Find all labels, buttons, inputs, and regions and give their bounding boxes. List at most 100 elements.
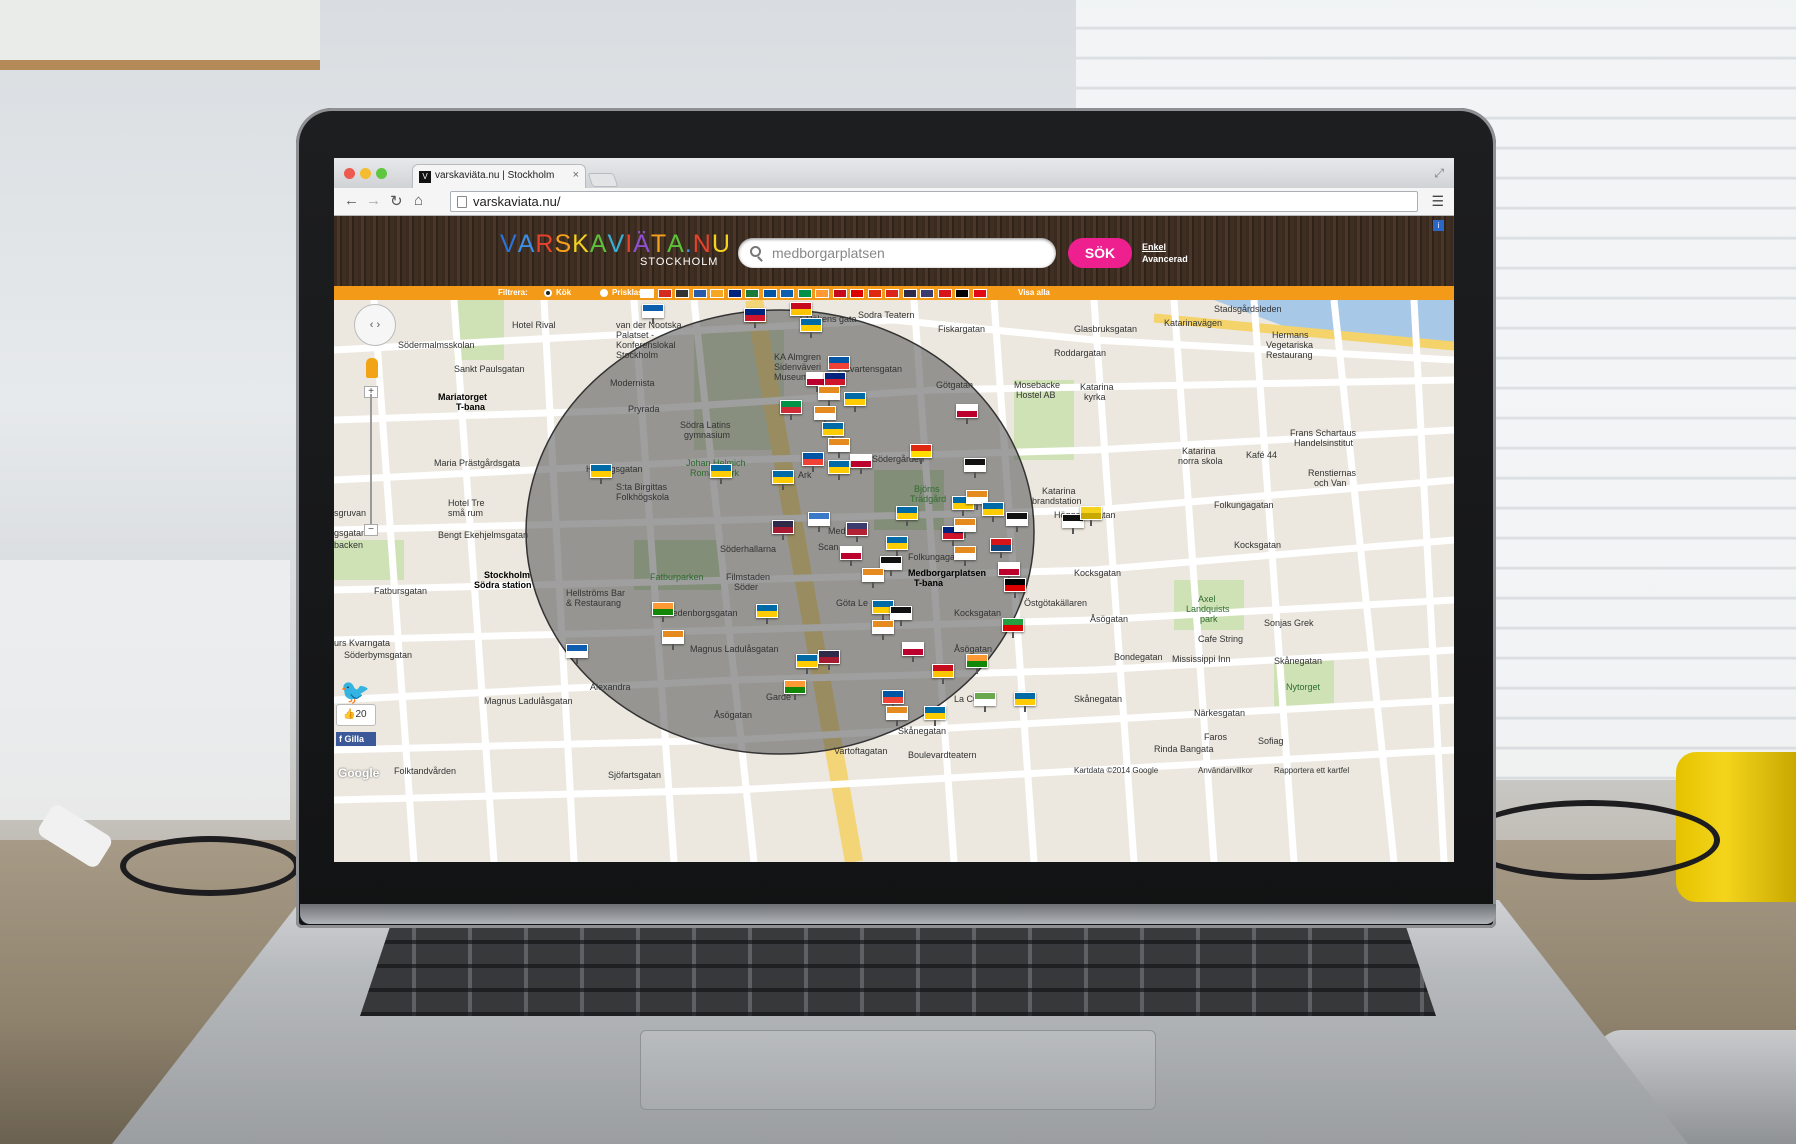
restaurant-flag-marker[interactable]	[772, 470, 794, 490]
cuisine-filter-flag[interactable]	[797, 289, 812, 298]
restaurant-flag-marker[interactable]	[850, 454, 872, 474]
forward-arrow-icon[interactable]: →	[366, 192, 381, 209]
cuisine-filter-flag[interactable]	[832, 289, 847, 298]
restaurant-flag-marker[interactable]	[872, 620, 894, 640]
cuisine-radio[interactable]	[544, 289, 552, 297]
map-pan-control[interactable]: ‹ ›	[354, 304, 396, 346]
cuisine-filter-flag[interactable]	[850, 289, 864, 298]
show-all-link[interactable]: Visa alla	[1018, 288, 1050, 297]
restaurant-flag-marker[interactable]	[802, 452, 824, 472]
restaurant-flag-marker[interactable]	[990, 538, 1012, 558]
restaurant-flag-marker[interactable]	[642, 304, 664, 324]
restaurant-flag-marker[interactable]	[1002, 618, 1024, 638]
restaurant-flag-marker[interactable]	[964, 458, 986, 478]
address-bar[interactable]: varskaviata.nu/	[450, 191, 1418, 212]
cuisine-filter-flag[interactable]	[710, 289, 724, 298]
browser-menu-icon[interactable]: ☰	[1431, 193, 1444, 210]
minimize-window-icon[interactable]	[360, 168, 371, 179]
terms-link[interactable]: Användarvillkor	[1198, 766, 1253, 775]
restaurant-flag-marker[interactable]	[974, 692, 996, 712]
zoom-slider[interactable]	[370, 394, 372, 528]
fullscreen-icon[interactable]: ⤢	[1434, 166, 1444, 181]
cuisine-filter-flag[interactable]	[972, 289, 987, 298]
restaurant-flag-marker[interactable]	[828, 438, 850, 458]
restaurant-flag-marker[interactable]	[954, 546, 976, 566]
browser-tab[interactable]: V varskaviäta.nu | Stockholm ×	[412, 164, 586, 188]
restaurant-flag-marker[interactable]	[1004, 578, 1026, 598]
restaurant-flag-marker[interactable]	[910, 444, 932, 464]
restaurant-flag-marker[interactable]	[966, 654, 988, 674]
restaurant-flag-marker[interactable]	[756, 604, 778, 624]
cuisine-filter-flag[interactable]	[902, 289, 917, 298]
restaurant-flag-marker[interactable]	[1006, 512, 1028, 532]
restaurant-flag-marker[interactable]	[772, 520, 794, 540]
restaurant-flag-marker[interactable]	[818, 386, 840, 406]
map-place-label: Maria Prästgårdsgata	[434, 458, 521, 468]
restaurant-flag-marker[interactable]	[590, 464, 612, 484]
street-view-pegman-icon[interactable]	[366, 358, 378, 378]
site-logo[interactable]: VARSKAVIÄTA.NU	[500, 230, 731, 259]
cuisine-filter-flag[interactable]	[867, 289, 882, 298]
restaurant-flag-marker[interactable]	[886, 706, 908, 726]
cuisine-filter-flag[interactable]	[692, 289, 707, 298]
cuisine-filter-flag[interactable]	[657, 289, 672, 298]
map-place-label: gymnasium	[684, 430, 731, 440]
map-view[interactable]: Hotel Rival Södermalmsskolan Sankt Paulsga…	[334, 300, 1454, 862]
twitter-bird-icon[interactable]: 🐦	[340, 678, 370, 707]
cuisine-filter-flag[interactable]	[727, 289, 742, 298]
restaurant-flag-marker[interactable]	[896, 506, 918, 526]
restaurant-flag-marker[interactable]	[784, 680, 806, 700]
restaurant-flag-marker[interactable]	[1014, 692, 1036, 712]
restaurant-flag-marker[interactable]	[902, 642, 924, 662]
info-icon[interactable]: i	[1433, 220, 1444, 231]
cuisine-filter-flag[interactable]	[762, 289, 777, 298]
restaurant-flag-marker[interactable]	[796, 654, 818, 674]
maximize-window-icon[interactable]	[376, 168, 387, 179]
simple-mode-link[interactable]: Enkel	[1142, 242, 1166, 252]
cuisine-filter-flag[interactable]	[937, 289, 952, 298]
restaurant-flag-marker[interactable]	[1080, 506, 1102, 526]
restaurant-flag-marker[interactable]	[840, 546, 862, 566]
cuisine-filter-flag[interactable]	[920, 289, 934, 298]
restaurant-flag-marker[interactable]	[924, 706, 946, 726]
restaurant-flag-marker[interactable]	[956, 404, 978, 424]
tab-close-icon[interactable]: ×	[573, 169, 579, 181]
new-tab-button[interactable]	[587, 173, 619, 187]
cuisine-filter-flag[interactable]	[815, 289, 829, 298]
home-icon[interactable]: ⌂	[414, 192, 423, 209]
search-button[interactable]: SÖK	[1068, 238, 1132, 268]
restaurant-flag-marker[interactable]	[566, 644, 588, 664]
restaurant-flag-marker[interactable]	[846, 522, 868, 542]
back-arrow-icon[interactable]: ←	[344, 192, 359, 209]
restaurant-flag-marker[interactable]	[652, 602, 674, 622]
cuisine-filter-flag[interactable]	[955, 289, 969, 298]
restaurant-flag-marker[interactable]	[954, 518, 976, 538]
restaurant-flag-marker[interactable]	[932, 664, 954, 684]
cuisine-filter-flag[interactable]	[745, 289, 759, 298]
restaurant-flag-marker[interactable]	[800, 318, 822, 338]
restaurant-flag-marker[interactable]	[710, 464, 732, 484]
close-window-icon[interactable]	[344, 168, 355, 179]
restaurant-flag-marker[interactable]	[818, 650, 840, 670]
report-map-error-link[interactable]: Rapportera ett kartfel	[1274, 766, 1349, 775]
restaurant-flag-marker[interactable]	[862, 568, 884, 588]
cuisine-filter-flag[interactable]	[640, 289, 654, 298]
restaurant-flag-marker[interactable]	[662, 630, 684, 650]
reload-icon[interactable]: ↻	[390, 192, 403, 210]
restaurant-flag-marker[interactable]	[744, 308, 766, 328]
restaurant-flag-marker[interactable]	[780, 400, 802, 420]
cuisine-filter-flag[interactable]	[780, 289, 794, 298]
restaurant-flag-marker[interactable]	[828, 460, 850, 480]
price-radio[interactable]	[600, 289, 608, 297]
facebook-like-button[interactable]: f Gilla	[336, 732, 376, 746]
cuisine-filter-flag[interactable]	[885, 289, 899, 298]
zoom-out-button[interactable]: −	[364, 524, 378, 536]
cuisine-filter-flag[interactable]	[675, 289, 689, 298]
restaurant-flag-marker[interactable]	[886, 536, 908, 556]
restaurant-flag-marker[interactable]	[844, 392, 866, 412]
search-input[interactable]	[772, 245, 1042, 261]
restaurant-flag-marker[interactable]	[982, 502, 1004, 522]
restaurant-flag-marker[interactable]	[808, 512, 830, 532]
advanced-mode-link[interactable]: Avancerad	[1142, 254, 1188, 264]
desk-cable	[1460, 800, 1720, 880]
